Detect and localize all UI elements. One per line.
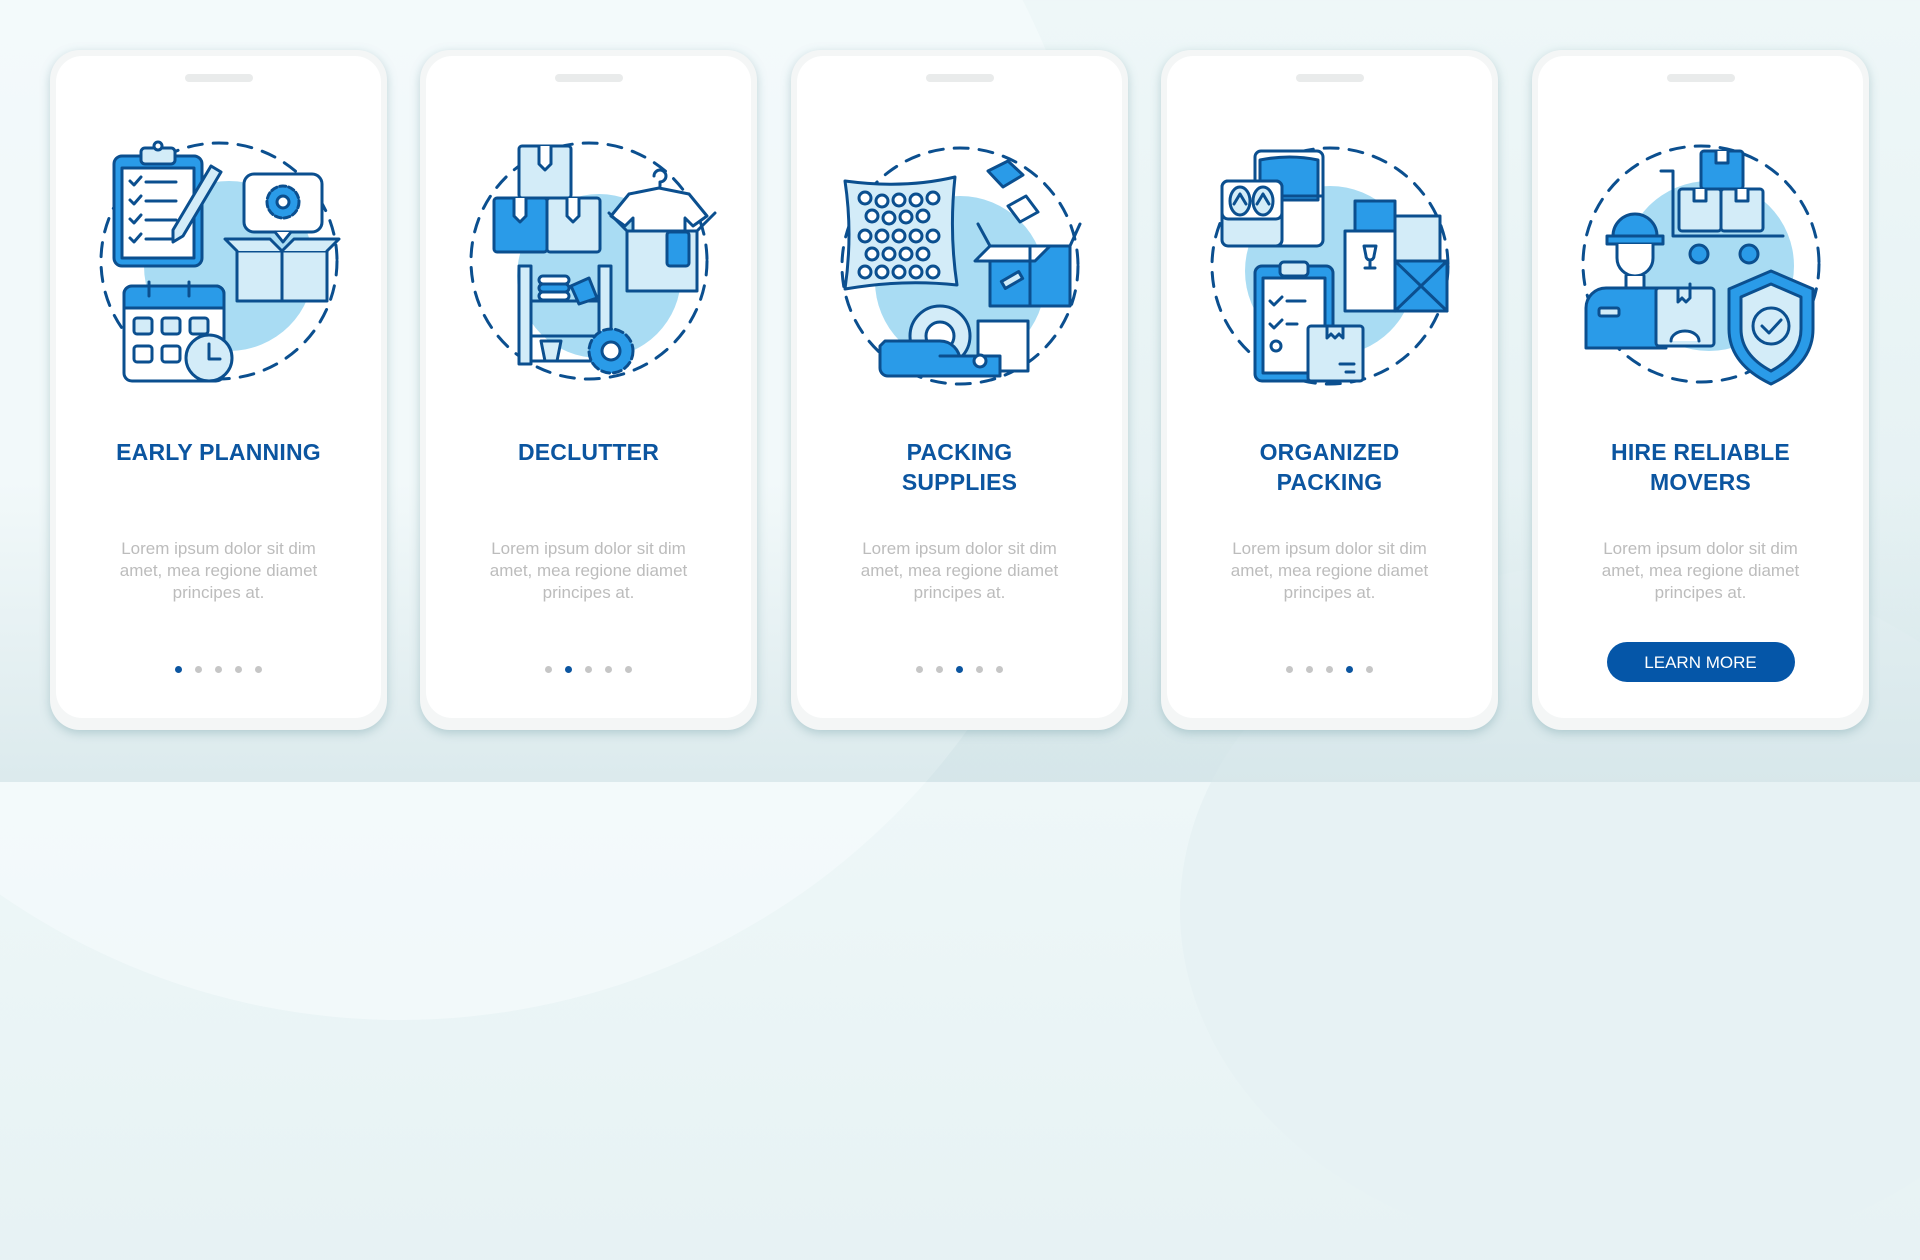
hire-reliable-movers-illustration xyxy=(1581,144,1820,386)
page-dot-2[interactable] xyxy=(1306,666,1313,673)
speaker-notch xyxy=(1666,74,1735,82)
screen: HIRE RELIABLE MOVERS Lorem ipsum dolor s… xyxy=(1538,56,1863,718)
packing-supplies-illustration xyxy=(840,146,1081,386)
page-dot-4-active[interactable] xyxy=(1346,666,1353,673)
early-planning-illustration xyxy=(99,140,340,383)
box-icon xyxy=(1306,324,1364,383)
page-dot-4[interactable] xyxy=(976,666,983,673)
onboarding-screen-early-planning: EARLY PLANNING Lorem ipsum dolor sit dim… xyxy=(50,50,387,730)
page-dot-2[interactable] xyxy=(936,666,943,673)
speaker-notch xyxy=(1295,74,1364,82)
page-dot-5[interactable] xyxy=(996,666,1003,673)
envelope-box-icon xyxy=(1393,214,1448,313)
organized-packing-illustration xyxy=(1210,146,1449,386)
speaker-notch xyxy=(554,74,623,82)
pagination-dots xyxy=(797,666,1122,674)
page-dot-5[interactable] xyxy=(625,666,632,673)
page-dot-1-active[interactable] xyxy=(175,666,182,673)
page-dot-1[interactable] xyxy=(1286,666,1293,673)
card-title: PACKING SUPPLIES xyxy=(901,439,1018,495)
onboarding-screen-packing-supplies: PACKING SUPPLIES Lorem ipsum dolor sit d… xyxy=(791,50,1128,730)
gear-icon xyxy=(587,327,634,375)
card-description: Lorem ipsum dolor sit dim amet, mea regi… xyxy=(860,539,1059,602)
learn-more-button[interactable]: LEARN MORE xyxy=(1606,642,1795,682)
pagination-dots xyxy=(426,666,751,674)
card-description: Lorem ipsum dolor sit dim amet, mea regi… xyxy=(1601,539,1800,602)
onboarding-screen-declutter: DECLUTTER Lorem ipsum dolor sit dim amet… xyxy=(420,50,757,730)
page-dot-3-active[interactable] xyxy=(956,666,963,673)
shield-check-icon xyxy=(1727,269,1814,386)
screen: ORGANIZED PACKING Lorem ipsum dolor sit … xyxy=(1167,56,1492,718)
screen: DECLUTTER Lorem ipsum dolor sit dim amet… xyxy=(426,56,751,718)
clock-icon xyxy=(184,333,233,383)
card-description: Lorem ipsum dolor sit dim amet, mea regi… xyxy=(489,539,688,602)
page-dot-4[interactable] xyxy=(235,666,242,673)
card-title: EARLY PLANNING xyxy=(116,439,321,465)
pagination-dots xyxy=(56,666,381,674)
box-icon xyxy=(1654,282,1715,348)
onboarding-screen-hire-reliable-movers: HIRE RELIABLE MOVERS Lorem ipsum dolor s… xyxy=(1532,50,1869,730)
flip-flops-bag-icon xyxy=(1220,179,1283,248)
page-dot-5[interactable] xyxy=(1366,666,1373,673)
declutter-illustration xyxy=(469,141,716,381)
page-dot-4[interactable] xyxy=(605,666,612,673)
speaker-notch xyxy=(184,74,253,82)
page-dot-3[interactable] xyxy=(1326,666,1333,673)
page-dot-1[interactable] xyxy=(916,666,923,673)
speaker-notch xyxy=(925,74,994,82)
screen: PACKING SUPPLIES Lorem ipsum dolor sit d… xyxy=(797,56,1122,718)
stacked-boxes-icon xyxy=(492,144,601,254)
page-dot-5[interactable] xyxy=(255,666,262,673)
gear-speech-bubble-icon xyxy=(242,172,323,244)
card-description: Lorem ipsum dolor sit dim amet, mea regi… xyxy=(119,539,318,602)
card-description: Lorem ipsum dolor sit dim amet, mea regi… xyxy=(1230,539,1429,602)
page-dot-3[interactable] xyxy=(215,666,222,673)
card-title: DECLUTTER xyxy=(517,439,660,465)
card-title: ORGANIZED PACKING xyxy=(1259,439,1400,495)
screen: EARLY PLANNING Lorem ipsum dolor sit dim… xyxy=(56,56,381,718)
card-title: HIRE RELIABLE MOVERS xyxy=(1611,439,1790,495)
pagination-dots xyxy=(1167,666,1492,674)
page-dot-1[interactable] xyxy=(545,666,552,673)
bubble-wrap-icon xyxy=(843,175,958,291)
page-dot-2[interactable] xyxy=(195,666,202,673)
page-dot-2-active[interactable] xyxy=(565,666,572,673)
page-dot-3[interactable] xyxy=(585,666,592,673)
onboarding-screen-organized-packing: ORGANIZED PACKING Lorem ipsum dolor sit … xyxy=(1161,50,1498,730)
